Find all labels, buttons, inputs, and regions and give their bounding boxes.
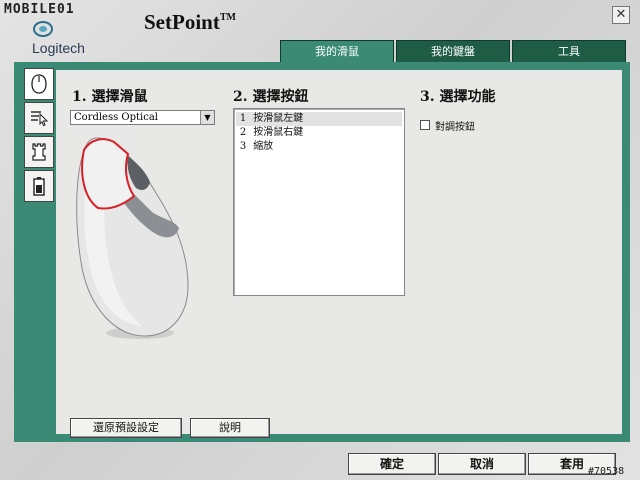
- mouse-illustration: [76, 137, 189, 339]
- ok-button[interactable]: 確定: [348, 453, 436, 475]
- logitech-logo-icon: [33, 21, 53, 37]
- side-tab-mouse[interactable]: [24, 68, 54, 100]
- side-tab-pointer[interactable]: [24, 102, 54, 134]
- tab-tools[interactable]: 工具: [512, 40, 626, 62]
- chess-rook-icon: [32, 143, 46, 161]
- left-button-highlight: [81, 138, 136, 210]
- trademark: TM: [219, 12, 236, 23]
- list-item[interactable]: 3 縮放: [236, 140, 402, 154]
- brand-name: Logitech: [32, 40, 85, 56]
- close-icon: ✕: [615, 7, 627, 22]
- list-item[interactable]: 1 按滑鼠左鍵: [236, 112, 402, 126]
- tab-my-keyboard[interactable]: 我的鍵盤: [396, 40, 510, 62]
- list-item[interactable]: 2 按滑鼠右鍵: [236, 126, 402, 140]
- side-tab-battery[interactable]: [24, 170, 54, 202]
- app-title: SetPointTM: [144, 10, 236, 34]
- tab-label: 我的鍵盤: [431, 45, 475, 58]
- chevron-down-icon[interactable]: ▼: [200, 111, 214, 124]
- battery-icon: [33, 177, 45, 196]
- watermark: MOBILE01: [4, 2, 75, 17]
- button-list[interactable]: 1 按滑鼠左鍵 2 按滑鼠右鍵 3 縮放: [233, 108, 405, 296]
- mouse-icon: [31, 74, 47, 94]
- tab-label: 我的滑鼠: [315, 45, 359, 58]
- side-tab-rook[interactable]: [24, 136, 54, 168]
- section-3-heading: 3. 選擇功能: [420, 89, 496, 105]
- help-button[interactable]: 說明: [190, 418, 270, 438]
- section-2-heading: 2. 選擇按鈕: [233, 89, 309, 105]
- section-1-heading: 1. 選擇滑鼠: [72, 89, 148, 105]
- swap-buttons-checkbox[interactable]: [420, 120, 430, 130]
- image-credit: #70538: [588, 466, 625, 477]
- close-button[interactable]: ✕: [612, 6, 630, 24]
- mouse-select[interactable]: Cordless Optical ▼: [70, 110, 215, 125]
- swap-buttons-label: 對調按鈕: [435, 122, 475, 133]
- cancel-button[interactable]: 取消: [438, 453, 526, 475]
- mouse-select-value: Cordless Optical: [74, 112, 158, 123]
- tab-label: 工具: [558, 45, 580, 58]
- pointer-settings-icon: [31, 111, 49, 127]
- restore-defaults-button[interactable]: 還原預設設定: [70, 418, 182, 438]
- tab-my-mouse[interactable]: 我的滑鼠: [280, 40, 394, 62]
